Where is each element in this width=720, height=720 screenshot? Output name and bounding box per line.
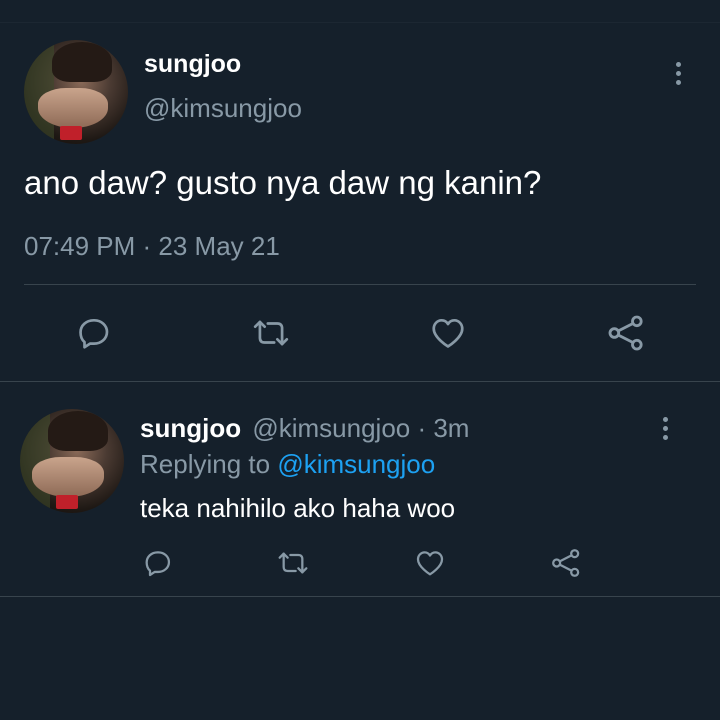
- avatar[interactable]: [20, 409, 124, 513]
- heart-icon[interactable]: [424, 310, 472, 356]
- reply-icon[interactable]: [70, 310, 118, 356]
- share-icon[interactable]: [546, 543, 586, 583]
- tweet-timestamp[interactable]: 07:49 PM · 23 May 21: [24, 231, 280, 262]
- display-name[interactable]: sungjoo: [140, 413, 241, 443]
- reply-tweet[interactable]: sungjoo @kimsungjoo · 3m Replying to @ki…: [0, 383, 720, 596]
- share-icon[interactable]: [602, 310, 650, 356]
- tweet-divider: [0, 381, 720, 382]
- heart-icon[interactable]: [410, 543, 450, 583]
- divider: [24, 284, 696, 285]
- user-handle[interactable]: @kimsungjoo: [252, 413, 410, 443]
- main-tweet[interactable]: sungjoo @kimsungjoo ano daw? gusto nya d…: [0, 0, 720, 383]
- time-separator: ·: [410, 413, 434, 443]
- display-name[interactable]: sungjoo: [144, 50, 241, 79]
- relative-time[interactable]: 3m: [433, 413, 469, 443]
- reply-header: sungjoo @kimsungjoo · 3m: [140, 413, 469, 444]
- reply-text: teka nahihilo ako haha woo: [140, 493, 456, 523]
- replying-to: Replying to @kimsungjoo: [140, 449, 435, 480]
- user-handle[interactable]: @kimsungjoo: [144, 93, 302, 124]
- replying-to-label: Replying to: [140, 449, 278, 479]
- replying-to-link[interactable]: @kimsungjoo: [277, 449, 435, 479]
- retweet-icon[interactable]: [246, 310, 296, 356]
- avatar[interactable]: [24, 40, 128, 144]
- more-vertical-icon[interactable]: [675, 62, 681, 89]
- retweet-icon[interactable]: [272, 543, 314, 583]
- more-vertical-icon[interactable]: [662, 417, 668, 444]
- reply-icon[interactable]: [138, 543, 178, 583]
- tweet-text: ano daw? gusto nya daw ng kanin?: [24, 164, 542, 201]
- tweet-divider: [0, 596, 720, 597]
